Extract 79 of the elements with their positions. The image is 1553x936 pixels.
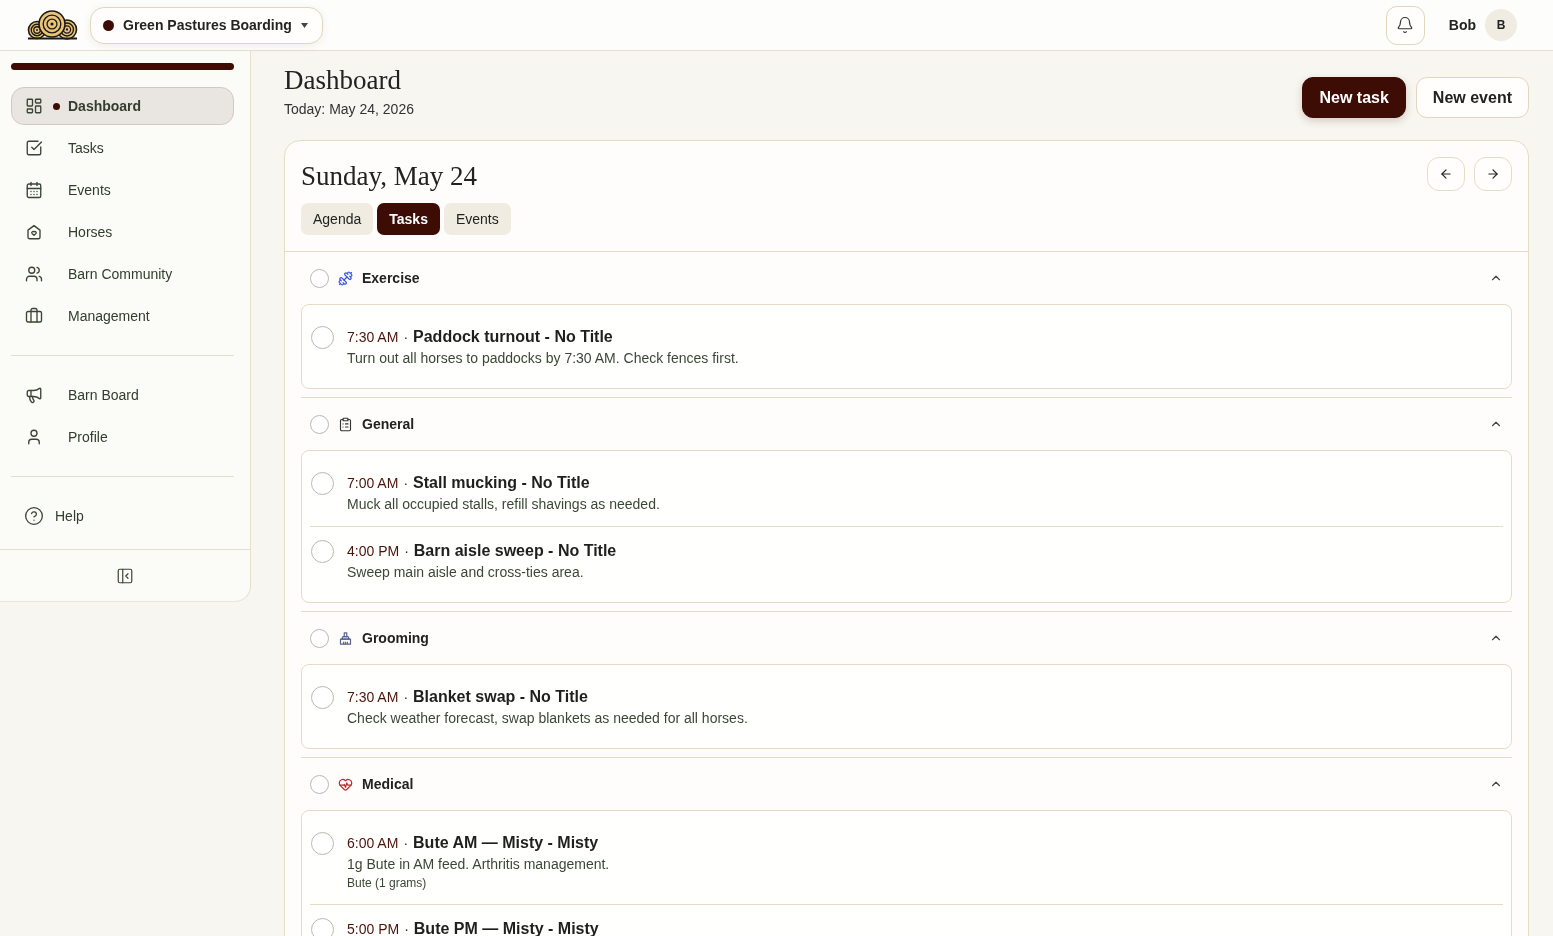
user-name: Bob (1448, 17, 1476, 33)
task-description: Sweep main aisle and cross-ties area. (347, 563, 585, 582)
category-label: Medical (362, 776, 414, 792)
category-label: Grooming (362, 630, 429, 646)
task-description: Muck all occupied stalls, refill shavings as needed. (347, 495, 660, 514)
task-time: 5:00 PM (347, 920, 400, 936)
task-time: 4:00 PM (347, 542, 400, 561)
notifications-button[interactable] (1385, 5, 1425, 45)
brush-icon (338, 630, 353, 646)
nav-item[interactable]: Barn Community (11, 255, 234, 293)
new-event-button[interactable]: New event (1415, 77, 1529, 118)
task-title: Blanket swap - No Title (413, 687, 588, 707)
middle-dot: · (403, 474, 409, 493)
nav-item[interactable]: Management (11, 297, 234, 335)
task-time: 6:00 AM (347, 834, 399, 853)
dashboard-icon (25, 97, 43, 115)
nav-item[interactable]: Horses (11, 213, 234, 251)
middle-dot: · (403, 688, 409, 707)
task-description: Turn out all horses to paddocks by 7:30 AM. Check fences first. (347, 349, 739, 368)
hay-bales-logo[interactable] (27, 10, 78, 40)
category-checkbox[interactable] (310, 268, 329, 288)
task-dose-note: Bute (1 grams) (347, 875, 428, 892)
person-icon (25, 428, 43, 446)
middle-dot: · (403, 328, 409, 347)
nav-item[interactable]: Dashboard (11, 87, 234, 125)
user-avatar[interactable]: B (1485, 9, 1517, 41)
task-title: Stall mucking - No Title (413, 473, 590, 493)
today-date: Today: May 24, 2026 (284, 100, 414, 119)
next-day-button[interactable] (1474, 157, 1512, 191)
nav-item[interactable]: Events (11, 171, 234, 209)
category-label: Exercise (362, 270, 420, 286)
task-title: Bute AM — Misty - Misty (413, 833, 599, 853)
active-dot-icon (53, 102, 60, 110)
bell-icon (1396, 16, 1415, 34)
task-title: Paddock turnout - No Title (413, 327, 613, 347)
checkbox-icon (25, 139, 43, 157)
category-label: General (362, 416, 415, 432)
middle-dot: · (404, 542, 409, 561)
task-time: 7:30 AM (347, 688, 399, 707)
view-tab[interactable]: Agenda (301, 203, 374, 235)
previous-day-button[interactable] (1427, 157, 1465, 191)
task-title: Barn aisle sweep - No Title (413, 541, 617, 561)
middle-dot: · (404, 920, 409, 936)
task-checkbox[interactable] (311, 472, 334, 495)
task-time: 7:30 AM (347, 328, 399, 347)
task-checkbox[interactable] (311, 686, 334, 709)
house-heart-icon (25, 223, 43, 241)
category-checkbox[interactable] (310, 628, 329, 648)
task-checkbox[interactable] (311, 540, 334, 563)
view-tab[interactable]: Events (443, 203, 511, 235)
task-time: 7:00 AM (347, 474, 399, 493)
view-tab[interactable]: Tasks (377, 203, 440, 235)
new-task-button[interactable]: New task (1302, 77, 1406, 118)
barn-dot-icon (103, 19, 114, 31)
people-icon (25, 265, 43, 283)
task-description: Check weather forecast, swap blankets as needed for all horses. (347, 709, 748, 728)
nav-item[interactable]: Barn Board (11, 376, 234, 414)
barn-selector[interactable]: Green Pastures Boarding (90, 6, 323, 44)
task-checkbox[interactable] (311, 918, 334, 936)
heart-pulse-icon (338, 776, 353, 792)
category-checkbox[interactable] (310, 414, 329, 434)
briefcase-icon (25, 307, 43, 325)
page-title: Dashboard (284, 64, 402, 96)
task-checkbox[interactable] (311, 832, 334, 855)
middle-dot: · (403, 834, 409, 853)
help-icon (24, 506, 44, 526)
nav-item[interactable]: Profile (11, 418, 234, 456)
nav-item[interactable]: Tasks (11, 129, 234, 167)
calendar-icon (25, 181, 43, 199)
category-checkbox[interactable] (310, 774, 329, 794)
dumbbell-icon (338, 270, 353, 286)
help-link[interactable]: Help (11, 497, 234, 535)
clipboard-icon (338, 416, 353, 432)
megaphone-icon (25, 386, 43, 404)
task-description: 1g Bute in AM feed. Arthritis management. (347, 855, 610, 874)
sidebar-collapse-icon[interactable] (116, 566, 134, 585)
task-checkbox[interactable] (311, 326, 334, 349)
day-title: Sunday, May 24 (301, 160, 477, 193)
caret-icon (300, 22, 308, 28)
